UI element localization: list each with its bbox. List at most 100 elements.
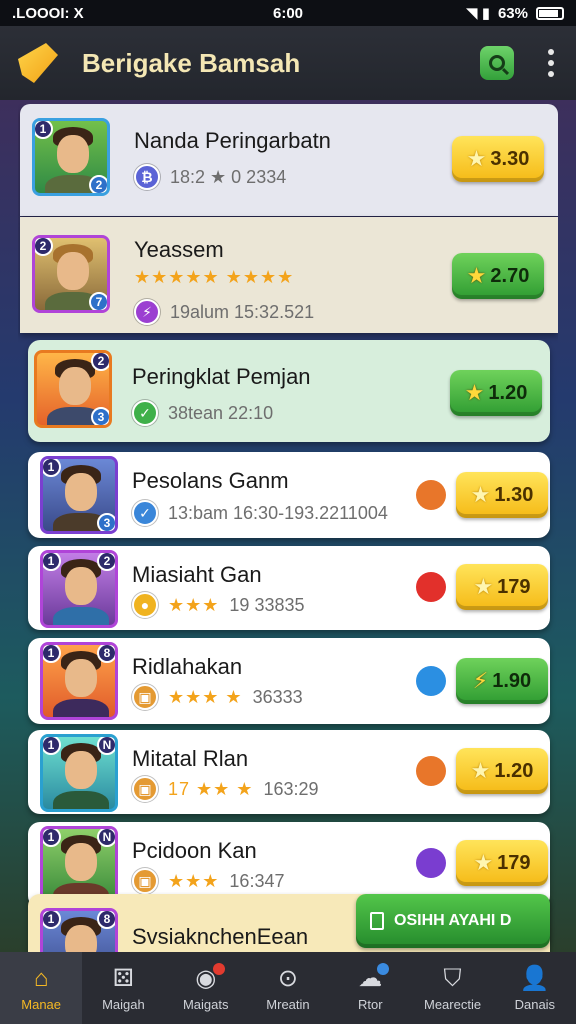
nav-item-profile[interactable]: 👤 Danais: [494, 952, 576, 1024]
download-icon: ⊙: [277, 965, 299, 992]
rank-badge: 1: [43, 645, 61, 663]
nav-item-cloud[interactable]: ☁ Rtor: [329, 952, 411, 1024]
rating-stars: ★★★★★ ★★★★: [134, 267, 295, 287]
nav-item-dice[interactable]: ⚄ Maigah: [82, 952, 164, 1024]
score-button[interactable]: ★ 2.70: [452, 253, 544, 299]
nav-label: Mearectie: [424, 996, 482, 1012]
level-badge: 8: [97, 911, 115, 929]
list-item[interactable]: 1 2 Miasiaht Gan ● ★★★ 19 33835 ★ 179: [28, 546, 550, 630]
search-button[interactable]: [480, 46, 514, 80]
score-value: 179: [497, 851, 531, 874]
avatar-face: [65, 925, 97, 952]
cloud-icon: ☁: [355, 962, 390, 993]
nav-item-shield[interactable]: ⛉ Mearectie: [411, 952, 493, 1024]
list-item[interactable]: 1 3 Pesolans Ganm ✓ 13:bam 16:30-193.221…: [28, 452, 550, 538]
avatar-face: [65, 659, 97, 697]
avatar-face: [65, 843, 97, 881]
score-value: 1.30: [494, 483, 534, 506]
meta-text: 16:347: [229, 870, 285, 891]
lightning-icon: ⚡: [472, 668, 489, 693]
bronze-coin-icon: ▣: [132, 868, 158, 894]
rank-badge: 2: [91, 353, 109, 371]
player-meta: ✓ 38tean 22:10: [132, 400, 273, 426]
avatar-face: [57, 252, 89, 290]
list-item[interactable]: 1 N Mitatal Rlan ▣ 17 ★★ ★ 163:29 ★ 1.20: [28, 730, 550, 814]
cta-label: OSIHH AYAHI D: [394, 912, 512, 929]
search-icon: [489, 55, 505, 71]
score-button[interactable]: ★ 179: [456, 564, 548, 610]
score-value: 2.70: [490, 264, 530, 287]
rank-badge: 2: [35, 238, 53, 256]
bottom-nav: ⌂ Manae ⚄ Maigah ◉ Maigats ⊙ Mreatin ☁ R…: [0, 952, 576, 1024]
player-name: Miasiaht Gan: [132, 562, 262, 587]
meta-text: 18:2 ★ 0 2334: [170, 166, 287, 187]
score-button[interactable]: ★ 179: [456, 840, 548, 886]
player-name: Nanda Peringarbatn: [134, 128, 331, 153]
more-dot: [548, 49, 554, 55]
avatar: 1 2: [32, 118, 110, 196]
list-item[interactable]: 1 8 Ridlahakan ▣ ★★★ ★ 36333 ⚡ 1.90: [28, 638, 550, 724]
nav-item-home[interactable]: ⌂ Manae: [0, 952, 83, 1024]
nav-label: Manae: [21, 996, 62, 1012]
nav-label: Mreatin: [266, 996, 310, 1012]
star-icon: ★: [466, 146, 487, 171]
list-item[interactable]: 2 3 Peringklat Pemjan ✓ 38tean 22:10 ★ 1…: [28, 340, 550, 442]
shield-icon: ⛉: [443, 964, 462, 992]
nav-label: Maigah: [102, 996, 145, 1012]
nav-label: Rtor: [357, 996, 383, 1012]
avatar-face: [59, 367, 91, 405]
person-icon: 👤: [519, 965, 550, 992]
score-button[interactable]: ★ 1.20: [450, 370, 542, 416]
rank-badge: 1: [43, 553, 61, 571]
player-name: Peringklat Pemjan: [132, 364, 311, 389]
player-meta: ▣ ★★★ ★ 36333: [132, 684, 303, 710]
gear-gem-icon: [416, 480, 446, 510]
list-item[interactable]: 2 7 Yeassem ★★★★★ ★★★★ ⚡ 19alum 15:32.52…: [20, 217, 558, 333]
level-badge: 7: [89, 292, 107, 310]
nav-item-download[interactable]: ⊙ Mreatin: [247, 952, 329, 1024]
level-badge: N: [97, 737, 115, 755]
score-value: 179: [497, 575, 531, 598]
score-button[interactable]: ★ 1.20: [456, 748, 548, 794]
rating-stars: ★★★: [168, 870, 220, 891]
avatar: 1 8: [40, 908, 118, 952]
score-button[interactable]: ★ 1.30: [456, 472, 548, 518]
meta-text: 19 33835: [229, 594, 305, 615]
rating-stars: ★★★: [168, 594, 220, 615]
score-button[interactable]: ⚡ 1.90: [456, 658, 548, 704]
blue-gem-icon: [416, 666, 446, 696]
player-meta: ▣ 17 ★★ ★ 163:29: [132, 776, 319, 802]
player-name: SvsiaknchenEean: [132, 924, 309, 949]
dice-icon: ⚄: [112, 965, 134, 992]
more-dot: [548, 60, 554, 66]
check-coin-icon: ✓: [132, 500, 158, 526]
rating-stars: 17 ★★ ★: [168, 778, 254, 799]
rating-stars: ★★★ ★: [168, 686, 243, 707]
nav-item-target[interactable]: ◉ Maigats: [165, 952, 247, 1024]
star-icon: ★: [464, 380, 485, 405]
avatar: 1 3: [40, 456, 118, 534]
home-icon: ⌂: [33, 964, 49, 992]
level-badge: N: [97, 829, 115, 847]
nav-label: Maigats: [182, 996, 229, 1012]
rank-badge: 1: [35, 121, 53, 139]
notification-dot: [377, 962, 390, 975]
avatar: 2 7: [32, 235, 110, 313]
avatar: 2 3: [34, 350, 112, 428]
star-icon: ★: [470, 482, 491, 507]
avatar: 1 8: [40, 642, 118, 720]
leaderboard-list: 1 2 Nanda Peringarbatn ₿ 18:2 ★ 0 2334 ★…: [18, 104, 558, 952]
list-item[interactable]: 1 2 Nanda Peringarbatn ₿ 18:2 ★ 0 2334 ★…: [20, 104, 558, 216]
avatar-face: [65, 751, 97, 789]
more-menu-button[interactable]: [544, 49, 558, 77]
rank-badge: 1: [43, 829, 61, 847]
avatar: 1 N: [40, 826, 118, 904]
avatar-body: [53, 791, 109, 809]
player-name: Pcidoon Kan: [132, 838, 257, 863]
more-dot: [548, 71, 554, 77]
star-icon: ★: [473, 850, 494, 875]
score-value: 1.20: [488, 381, 528, 404]
target-icon: ◉: [191, 962, 225, 993]
cta-button[interactable]: OSIHH AYAHI D: [356, 894, 550, 948]
score-button[interactable]: ★ 3.30: [452, 136, 544, 182]
